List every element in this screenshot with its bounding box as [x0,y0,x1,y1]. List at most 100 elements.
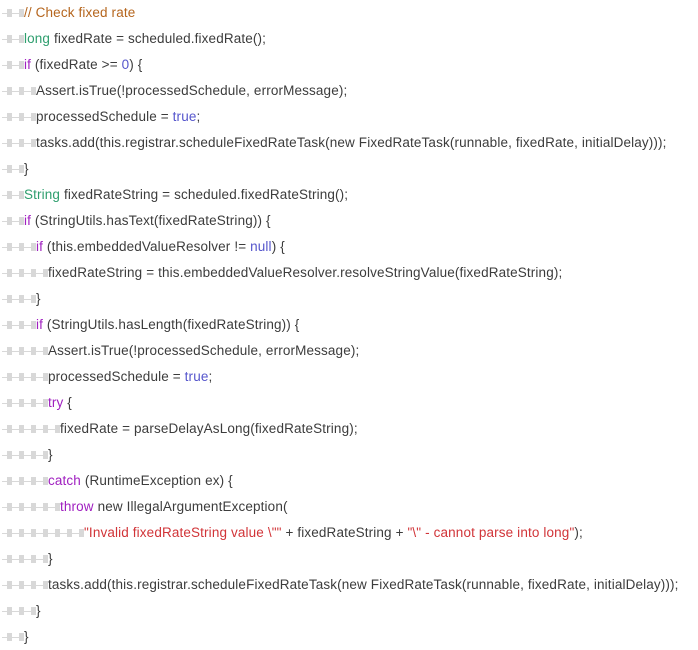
tab-indicator-icon [0,130,12,156]
code-token-keyword: catch [48,473,81,488]
tab-indicator-icon [24,234,36,260]
code-token-plain: .registrar.scheduleFixedRateTask( [121,135,330,150]
code-line[interactable]: // Check fixed rate [0,0,698,26]
tab-indicator-icon [72,520,84,546]
tab-indicator-icon [12,260,24,286]
code-line[interactable]: try { [0,390,698,416]
code-token-keyword: if [24,57,32,72]
tab-indicator-icon [24,364,36,390]
tab-indicator-icon [0,78,12,104]
code-line[interactable]: } [0,156,698,182]
code-line[interactable]: if (StringUtils.hasLength(fixedRateStrin… [0,312,698,338]
code-line[interactable]: if (this.embeddedValueResolver != null) … [0,234,698,260]
tab-indicator-icon [12,130,24,156]
tab-indicator-icon [12,104,24,130]
tab-indicator-icon [0,520,12,546]
code-line[interactable]: "Invalid fixedRateString value \"" + fix… [0,520,698,546]
tab-indicator-icon [0,260,12,286]
code-line[interactable]: if (StringUtils.hasText(fixedRateString)… [0,208,698,234]
code-line[interactable]: fixedRate = parseDelayAsLong(fixedRateSt… [0,416,698,442]
code-token-type: String [24,187,61,202]
code-token-plain: } [48,551,53,566]
code-token-string: "Invalid fixedRateString value \"" [84,525,282,540]
code-token-plain: } [36,291,41,306]
code-token-type: long [24,31,51,46]
code-line[interactable]: catch (RuntimeException ex) { [0,468,698,494]
tab-indicator-icon [0,208,12,234]
code-token-plain: processedSchedule = [48,369,185,384]
tab-indicator-icon [24,260,36,286]
code-line[interactable]: Assert.isTrue(!processedSchedule, errorM… [0,78,698,104]
tab-indicator-icon [0,624,12,650]
code-token-plain: } [24,629,29,644]
tab-indicator-icon [0,312,12,338]
code-token-keyword: if [36,317,44,332]
tab-indicator-icon [24,442,36,468]
tab-indicator-icon [0,572,12,598]
tab-indicator-icon [0,416,12,442]
code-token-plain: FixedRateTask(runnable, fixedRate, initi… [354,135,667,150]
code-line[interactable]: tasks.add(this.registrar.scheduleFixedRa… [0,130,698,156]
code-token-plain: .registrar.scheduleFixedRateTask( [133,577,342,592]
code-token-plain: ; [196,109,201,124]
code-line[interactable]: } [0,598,698,624]
tab-indicator-icon [24,312,36,338]
tab-indicator-icon [0,442,12,468]
code-token-keyword: try [48,395,64,410]
tab-indicator-icon [24,572,36,598]
code-token-this_new: this [158,265,180,280]
code-token-this_new: this [51,239,74,254]
code-token-plain: Assert.isTrue(!processedSchedule, errorM… [36,83,348,98]
code-line[interactable]: tasks.add(this.registrar.scheduleFixedRa… [0,572,698,598]
tab-indicator-icon [0,286,12,312]
tab-indicator-icon [36,260,48,286]
code-token-plain: (RuntimeException ex) { [80,473,233,488]
tab-indicator-icon [12,520,24,546]
tab-indicator-icon [24,390,36,416]
tab-indicator-icon [0,52,12,78]
code-token-plain: fixedRateString = [48,265,159,280]
tab-indicator-icon [12,156,24,182]
code-token-plain: FixedRateTask(runnable, fixedRate, initi… [366,577,679,592]
tab-indicator-icon [12,286,24,312]
code-line[interactable]: long fixedRate = scheduled.fixedRate(); [0,26,698,52]
code-token-plain: + fixedRateString + [281,525,408,540]
tab-indicator-icon [36,442,48,468]
tab-indicator-icon [24,494,36,520]
tab-indicator-icon [24,130,36,156]
code-listing[interactable]: // Check fixed rate long fixedRate = sche… [0,0,698,650]
tab-indicator-icon [24,546,36,572]
code-token-plain: (fixedRate >= [31,57,122,72]
tab-indicator-icon [0,156,12,182]
code-line[interactable]: Assert.isTrue(!processedSchedule, errorM… [0,338,698,364]
code-token-plain: } [48,447,53,462]
tab-indicator-icon [0,468,12,494]
code-token-literal: true [184,369,209,384]
tab-indicator-icon [12,182,24,208]
tab-indicator-icon [24,468,36,494]
code-line[interactable]: } [0,442,698,468]
code-token-plain: processedSchedule = [36,109,173,124]
code-token-plain: (StringUtils.hasLength(fixedRateString))… [43,317,300,332]
code-line[interactable]: processedSchedule = true; [0,104,698,130]
code-line[interactable]: processedSchedule = true; [0,364,698,390]
code-token-plain: { [63,395,72,410]
code-line[interactable]: } [0,546,698,572]
code-line[interactable]: throw new IllegalArgumentException( [0,494,698,520]
code-line[interactable]: } [0,286,698,312]
tab-indicator-icon [36,364,48,390]
tab-indicator-icon [12,0,24,26]
code-line[interactable]: if (fixedRate >= 0) { [0,52,698,78]
tab-indicator-icon [12,78,24,104]
code-token-keyword: throw [60,499,94,514]
code-line[interactable]: } [0,624,698,650]
tab-indicator-icon [12,52,24,78]
tab-indicator-icon [36,546,48,572]
tab-indicator-icon [24,416,36,442]
code-token-keyword: if [36,239,44,254]
code-line[interactable]: fixedRateString = this.embeddedValueReso… [0,260,698,286]
code-line[interactable]: String fixedRateString = scheduled.fixed… [0,182,698,208]
tab-indicator-icon [0,0,12,26]
code-token-plain: ; [208,369,213,384]
code-token-plain: } [36,603,41,618]
